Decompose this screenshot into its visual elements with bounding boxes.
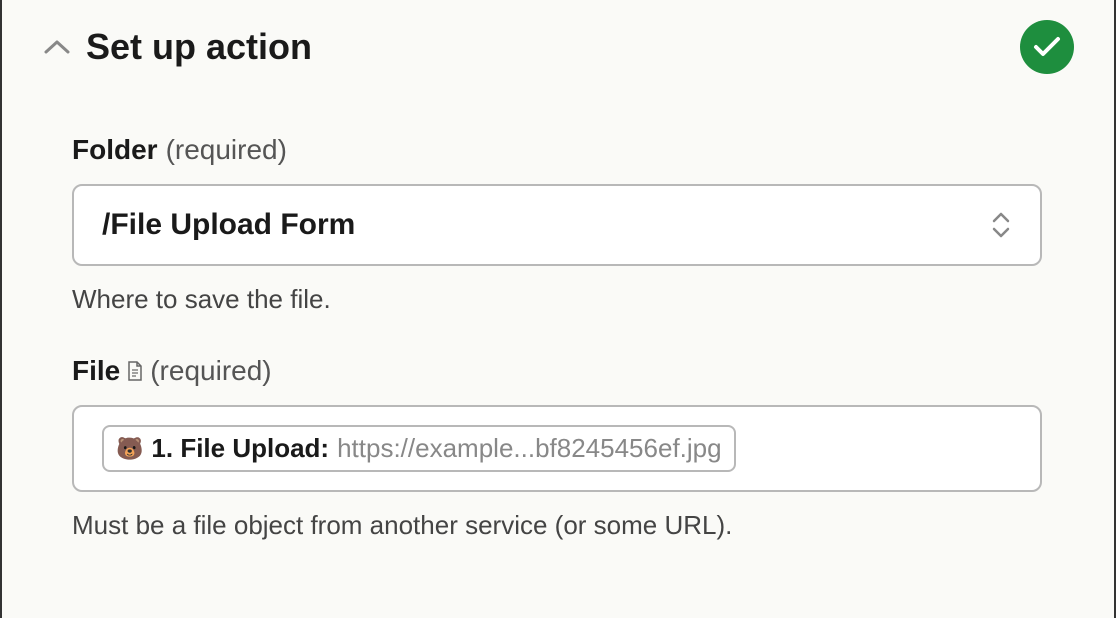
document-icon <box>126 360 144 382</box>
folder-helper-text: Where to save the file. <box>72 284 1074 315</box>
folder-field: Folder (required) /File Upload Form Wher… <box>72 134 1074 315</box>
file-mapping-pill[interactable]: 🐻 1. File Upload: https://example...bf82… <box>102 425 736 472</box>
folder-required: (required) <box>166 134 287 166</box>
section-title: Set up action <box>86 26 312 68</box>
file-label: File <box>72 355 120 387</box>
file-helper-text: Must be a file object from another servi… <box>72 510 1074 541</box>
file-pill-value: https://example...bf8245456ef.jpg <box>337 433 722 464</box>
file-field: File (required) 🐻 1. File Upload: https:… <box>72 355 1074 541</box>
section-header: Set up action <box>42 20 1074 74</box>
status-complete-icon <box>1020 20 1074 74</box>
folder-label-row: Folder (required) <box>72 134 1074 166</box>
folder-select-value: /File Upload Form <box>102 208 355 242</box>
folder-label: Folder <box>72 134 158 166</box>
chevron-up-icon <box>42 37 72 57</box>
file-pill-label: 1. File Upload: <box>151 433 329 464</box>
select-arrows-icon <box>990 210 1012 240</box>
wpforms-icon: 🐻 <box>116 438 143 460</box>
file-input[interactable]: 🐻 1. File Upload: https://example...bf82… <box>72 405 1042 492</box>
file-required: (required) <box>150 355 271 387</box>
folder-select[interactable]: /File Upload Form <box>72 184 1042 266</box>
section-header-left[interactable]: Set up action <box>42 26 312 68</box>
action-panel: Set up action Folder (required) /File Up… <box>0 0 1116 618</box>
file-label-row: File (required) <box>72 355 1074 387</box>
